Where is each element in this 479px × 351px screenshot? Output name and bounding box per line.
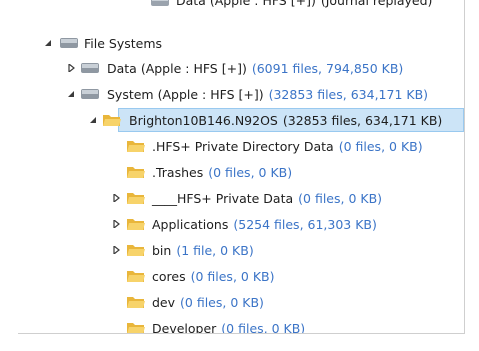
- expand-arrow-icon[interactable]: [111, 245, 121, 255]
- tree-row-brighton[interactable]: Brighton10B146.N92OS (32853 files, 634,1…: [18, 108, 464, 132]
- expand-arrow-icon[interactable]: [111, 219, 121, 229]
- tree-label: Applications: [152, 216, 229, 232]
- tree-count: (0 files, 0 KB): [180, 294, 264, 310]
- expand-arrow-icon[interactable]: [111, 193, 121, 203]
- tree-label: Data (Apple : HFS [+]): [176, 0, 316, 8]
- tree-label: Developer: [152, 320, 217, 334]
- tree-count: (32853 files, 634,171 KB): [268, 86, 429, 102]
- open-folder-icon: [127, 193, 145, 204]
- tree-label: File Systems: [84, 35, 163, 51]
- open-folder-icon: [127, 141, 145, 152]
- tree-row-folder[interactable]: .Trashes (0 files, 0 KB): [18, 160, 464, 184]
- open-folder-icon: [127, 167, 145, 178]
- tree-row-folder[interactable]: .HFS+ Private Directory Data (0 files, 0…: [18, 134, 464, 158]
- tree-count: (0 files, 0 KB): [190, 268, 275, 284]
- tree-row-data-volume[interactable]: Data (Apple : HFS [+]) (6091 files, 794,…: [18, 56, 464, 80]
- tree-label: cores: [152, 268, 186, 284]
- open-folder-icon: [127, 219, 145, 230]
- tree-label: .Trashes: [152, 164, 204, 180]
- collapse-arrow-icon[interactable]: [88, 115, 98, 125]
- tree-count: (0 files, 0 KB): [338, 138, 423, 154]
- tree-row-folder[interactable]: ____HFS+ Private Data (0 files, 0 KB): [18, 186, 464, 210]
- tree-label: Data (Apple : HFS [+]): [107, 60, 247, 76]
- tree-row-system-volume[interactable]: System (Apple : HFS [+]) (32853 files, 6…: [18, 82, 464, 106]
- drive-icon: [81, 89, 99, 99]
- open-folder-icon: [127, 245, 145, 256]
- file-tree-panel: Data (Apple : HFS [+]) (Journal replayed…: [18, 0, 465, 334]
- open-folder-icon: [127, 323, 145, 333]
- tree-count: (0 files, 0 KB): [208, 164, 293, 180]
- tree-row-folder[interactable]: Developer (0 files, 0 KB): [18, 316, 464, 334]
- drive-icon: [60, 38, 78, 48]
- tree-count: (0 files, 0 KB): [221, 320, 306, 334]
- tree-label: ____HFS+ Private Data: [152, 190, 294, 206]
- tree-count: (Journal replayed): [320, 0, 433, 8]
- tree-count: (0 files, 0 KB): [298, 190, 383, 206]
- tree-row-folder[interactable]: cores (0 files, 0 KB): [18, 264, 464, 288]
- collapse-arrow-icon[interactable]: [66, 89, 76, 99]
- tree-count: (5254 files, 61,303 KB): [233, 216, 377, 232]
- tree-count: (1 file, 0 KB): [176, 242, 254, 258]
- tree-label: System (Apple : HFS [+]): [107, 86, 264, 102]
- tree-row-folder[interactable]: bin (1 file, 0 KB): [18, 238, 464, 262]
- tree-label: .HFS+ Private Directory Data: [152, 138, 334, 154]
- tree-count: (32853 files, 634,171 KB): [282, 112, 443, 128]
- tree-row-folder[interactable]: dev (0 files, 0 KB): [18, 290, 464, 314]
- tree-label: dev: [152, 294, 176, 310]
- drive-icon: [81, 63, 99, 73]
- tree-row-folder[interactable]: Applications (5254 files, 61,303 KB): [18, 212, 464, 236]
- drive-icon: [151, 0, 169, 6]
- tree-row-file-systems[interactable]: File Systems: [18, 31, 464, 55]
- open-folder-icon: [127, 297, 145, 308]
- tree-count: (6091 files, 794,850 KB): [251, 60, 404, 76]
- tree-label: Brighton10B146.N92OS: [129, 112, 278, 128]
- tree-label: bin: [152, 242, 172, 258]
- open-folder-icon: [127, 271, 145, 282]
- expand-arrow-icon[interactable]: [66, 63, 76, 73]
- open-folder-icon: [103, 115, 121, 126]
- collapse-arrow-icon[interactable]: [43, 38, 53, 48]
- tree-row-partial[interactable]: Data (Apple : HFS [+]) (Journal replayed…: [18, 0, 464, 16]
